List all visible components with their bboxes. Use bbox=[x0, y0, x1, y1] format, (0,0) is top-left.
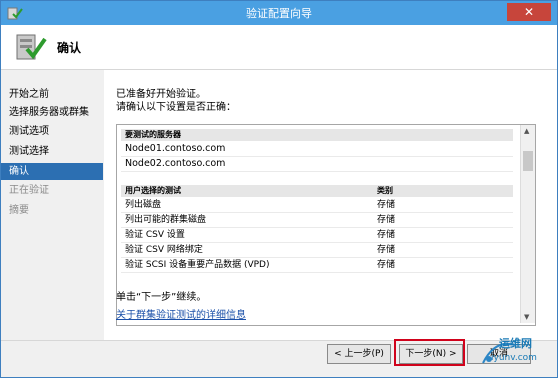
servers-header-label: 要测试的服务器 bbox=[125, 130, 181, 139]
step-test-selection[interactable]: 测试选择 bbox=[1, 143, 103, 160]
test-category: 存储 bbox=[377, 215, 396, 225]
wizard-steps-sidebar: 开始之前 选择服务器或群集 测试选项 测试选择 确认 正在验证 摘要 bbox=[1, 70, 103, 340]
server-name: Node02.contoso.com bbox=[125, 158, 226, 169]
table-row: 列出可能的群集磁盘 存储 bbox=[121, 213, 513, 228]
test-name: 验证 SCSI 设备重要产品数据 (VPD) bbox=[125, 260, 270, 270]
wizard-window: 验证配置向导 ✕ 确认 开始之前 选择服务器或群集 测试选项 测试选择 确认 正… bbox=[0, 0, 558, 378]
step-test-options[interactable]: 测试选项 bbox=[1, 123, 103, 140]
next-button-highlight bbox=[394, 339, 465, 366]
test-name: 验证 CSV 网络绑定 bbox=[125, 245, 203, 255]
step-confirmation[interactable]: 确认 bbox=[1, 163, 103, 180]
wizard-content: 已准备好开始验证。 请确认以下设置是否正确： 要测试的服务器 Node01.co… bbox=[104, 70, 557, 340]
server-name: Node01.contoso.com bbox=[125, 143, 226, 154]
more-info-link[interactable]: 关于群集验证测试的详细信息 bbox=[116, 306, 246, 321]
test-category: 存储 bbox=[377, 260, 396, 270]
watermark-text: 运维网 bbox=[499, 337, 532, 350]
step-select-servers[interactable]: 选择服务器或群集 bbox=[1, 104, 103, 121]
validation-checkmark-icon bbox=[16, 34, 47, 60]
close-button[interactable]: ✕ bbox=[507, 3, 551, 21]
step-validating: 正在验证 bbox=[9, 185, 49, 196]
listbox-scrollbar[interactable]: ▲ ▼ bbox=[520, 125, 535, 323]
title-bar: 验证配置向导 ✕ bbox=[1, 1, 557, 25]
scrollbar-thumb[interactable] bbox=[523, 151, 533, 171]
test-category: 存储 bbox=[377, 245, 396, 255]
scroll-up-icon[interactable]: ▲ bbox=[524, 127, 529, 135]
page-title: 确认 bbox=[57, 41, 82, 55]
servers-header: 要测试的服务器 bbox=[121, 129, 513, 141]
table-row: 验证 SCSI 设备重要产品数据 (VPD) 存储 bbox=[121, 258, 513, 273]
intro-confirm-text: 请确认以下设置是否正确： bbox=[116, 102, 236, 113]
test-name: 列出磁盘 bbox=[125, 200, 162, 210]
continue-instruction: 单击“下一步”继续。 bbox=[116, 292, 207, 303]
test-category: 存储 bbox=[377, 230, 396, 240]
window-title: 验证配置向导 bbox=[246, 7, 312, 20]
tests-header: 用户选择的测试 类别 bbox=[121, 185, 513, 197]
list-item: Node02.contoso.com bbox=[121, 157, 513, 172]
wizard-header: 确认 bbox=[1, 25, 557, 70]
test-name: 列出可能的群集磁盘 bbox=[125, 215, 207, 225]
step-summary: 摘要 bbox=[9, 205, 29, 216]
table-row: 验证 CSV 网络绑定 存储 bbox=[121, 243, 513, 258]
table-row: 列出磁盘 存储 bbox=[121, 198, 513, 213]
step-before-you-begin[interactable]: 开始之前 bbox=[1, 86, 103, 103]
test-name: 验证 CSV 设置 bbox=[125, 230, 185, 240]
list-item: Node01.contoso.com bbox=[121, 142, 513, 157]
category-header-label: 类别 bbox=[377, 186, 393, 195]
watermark-domain: iyunv.com bbox=[491, 353, 537, 363]
tests-header-label: 用户选择的测试 bbox=[125, 186, 181, 195]
table-row: 验证 CSV 设置 存储 bbox=[121, 228, 513, 243]
test-category: 存储 bbox=[377, 200, 396, 210]
scroll-down-icon[interactable]: ▼ bbox=[524, 313, 529, 321]
back-button[interactable]: < 上一步(P) bbox=[327, 344, 391, 364]
